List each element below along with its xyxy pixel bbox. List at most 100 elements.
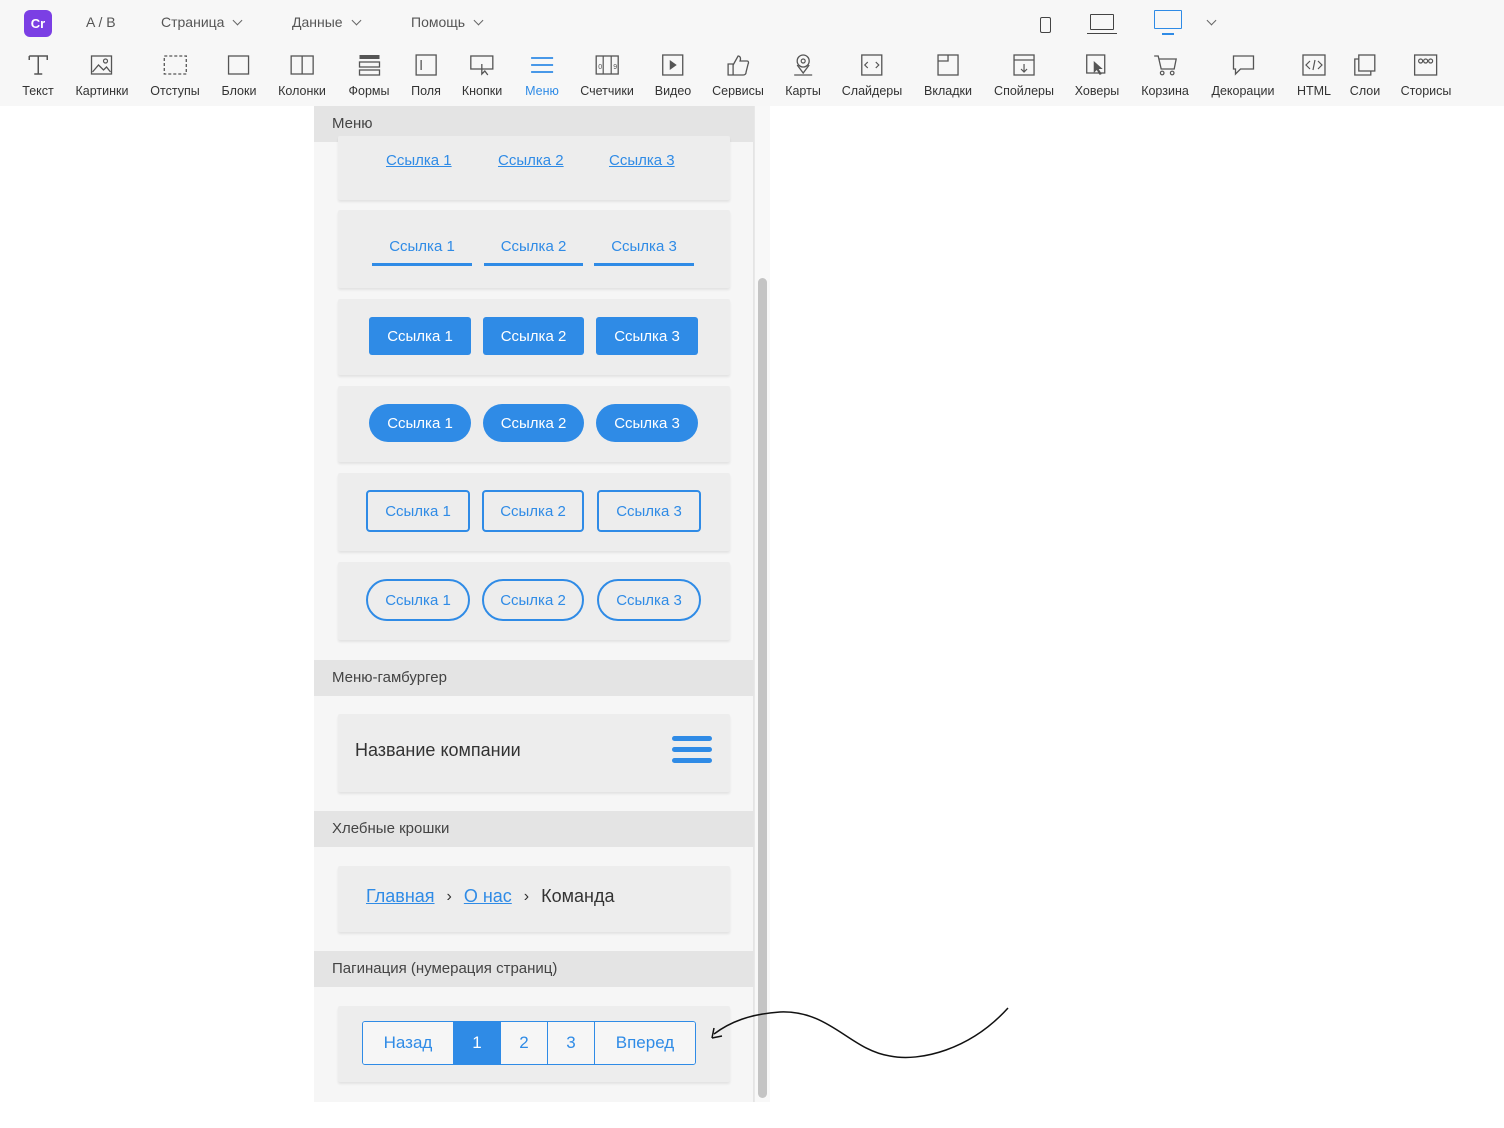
tool-sliders[interactable]: Слайдеры [842,52,902,98]
tool-stories[interactable]: Сторисы [1401,52,1451,98]
menu-button[interactable]: Ссылка 2 [482,579,584,621]
pagination-page-2[interactable]: 2 [501,1022,548,1064]
breadcrumb-separator: › [523,887,530,905]
pagination-widget[interactable]: Назад 1 2 3 Вперед [338,1006,730,1082]
pagination-next-button[interactable]: Вперед [595,1022,695,1064]
forms-icon [358,55,380,76]
breadcrumb-link-home[interactable]: Главная [366,886,435,907]
hover-icon [1086,54,1106,75]
pagination-page-3[interactable]: 3 [548,1022,595,1064]
data-menu[interactable]: Данные [292,14,362,30]
tool-forms[interactable]: Формы [349,52,390,98]
block-icon [228,55,250,75]
menu-icon [530,57,553,73]
padding-icon [163,55,187,75]
menu-button[interactable]: Ссылка 1 [366,579,470,621]
menu-button[interactable]: Ссылка 1 [369,404,471,442]
app-logo[interactable]: Cr [24,10,52,37]
annotation-arrow-icon [711,1007,1009,1059]
tool-images[interactable]: Картинки [76,52,128,98]
breadcrumb-link-about[interactable]: О нас [464,886,512,907]
tool-html[interactable]: HTML [1297,52,1331,98]
menu-variant-filled-buttons[interactable]: Ссылка 1 Ссылка 2 Ссылка 3 [338,299,730,375]
pagination: Назад 1 2 3 Вперед [362,1021,696,1065]
tool-counters[interactable]: 09 Счетчики [580,52,634,98]
menu-button[interactable]: Ссылка 1 [369,317,471,355]
tool-fields[interactable]: Поля [411,52,441,98]
page-menu[interactable]: Страница [161,14,243,30]
menu-button[interactable]: Ссылка 3 [597,579,701,621]
tool-buttons[interactable]: Кнопки [462,52,502,98]
services-icon [727,55,750,76]
breadcrumb: Главная › О нас › Команда [366,886,614,907]
menu-link[interactable]: Ссылка 1 [386,152,452,169]
tool-tabs[interactable]: Вкладки [924,52,972,98]
cart-icon [1154,55,1177,76]
menu-variant-outline-pills[interactable]: Ссылка 1 Ссылка 2 Ссылка 3 [338,562,730,640]
phone-icon[interactable] [1040,17,1051,33]
tool-spoilers[interactable]: Спойлеры [994,52,1054,98]
menu-button[interactable]: Ссылка 3 [596,404,698,442]
top-bar: Cr A / B Страница Данные Помощь [0,0,1504,46]
tool-menu[interactable]: Меню [525,52,559,98]
menu-button[interactable]: Ссылка 3 [597,490,701,532]
menu-button[interactable]: Ссылка 2 [483,404,584,442]
breadcrumbs-widget[interactable]: Главная › О нас › Команда [338,866,730,932]
menu-button[interactable]: Ссылка 2 [482,490,584,532]
help-menu[interactable]: Помощь [411,14,484,30]
widget-panel: Меню Ссылка 1 Ссылка 2 Ссылка 3 Ссылка 1… [314,106,754,1102]
html-icon [1302,54,1326,76]
tool-padding[interactable]: Отступы [150,52,200,98]
tool-cart[interactable]: Корзина [1141,52,1189,98]
tool-video[interactable]: Видео [655,52,691,98]
menu-variant-underlined-links[interactable]: Ссылка 1 Ссылка 2 Ссылка 3 [338,136,730,200]
tool-maps[interactable]: Карты [785,52,821,98]
menu-link[interactable]: Ссылка 3 [609,152,675,169]
section-header-breadcrumbs: Хлебные крошки [314,811,753,847]
tool-blocks[interactable]: Блоки [222,52,256,98]
menu-variant-bar-links[interactable]: Ссылка 1 Ссылка 2 Ссылка 3 [338,210,730,288]
tool-decorations[interactable]: Декорации [1211,52,1275,98]
image-icon [91,55,113,75]
chevron-down-icon [351,15,362,25]
hamburger-menu-widget[interactable]: Название компании [338,714,730,792]
tool-layers[interactable]: Слои [1350,52,1380,98]
hamburger-icon[interactable] [672,736,712,766]
menu-button[interactable]: Ссылка 1 [366,490,470,532]
tool-services[interactable]: Сервисы [712,52,764,98]
layers-icon [1354,54,1376,76]
company-name: Название компании [355,740,521,760]
video-icon [662,54,684,76]
text-icon [28,55,48,75]
pagination-page-1[interactable]: 1 [454,1022,501,1064]
decoration-icon [1232,55,1254,76]
menu-variant-outline-buttons[interactable]: Ссылка 1 Ссылка 2 Ссылка 3 [338,473,730,551]
desktop-icon[interactable] [1154,10,1182,35]
stories-icon [1414,54,1438,76]
menu-link[interactable]: Ссылка 2 [498,152,564,169]
panel-scrollbar-thumb[interactable] [758,278,767,1098]
map-icon [794,54,812,76]
spoiler-icon [1013,54,1035,76]
tool-text[interactable]: Текст [22,52,54,98]
chevron-down-icon[interactable] [1206,15,1217,26]
menu-link[interactable]: Ссылка 3 [594,238,694,266]
menu-link[interactable]: Ссылка 1 [372,238,472,266]
menu-variant-filled-pills[interactable]: Ссылка 1 Ссылка 2 Ссылка 3 [338,386,730,462]
tool-hovers[interactable]: Ховеры [1075,52,1119,98]
svg-text:9: 9 [613,64,617,71]
menu-link[interactable]: Ссылка 2 [484,238,583,266]
ab-test-menu[interactable]: A / B [86,14,116,30]
widget-toolbar: Текст Картинки Отступы Блоки Колонки Фор… [0,46,1504,106]
buttons-icon [470,55,494,76]
chevron-down-icon [233,15,243,25]
pagination-prev-button[interactable]: Назад [363,1022,454,1064]
section-header-pagination: Пагинация (нумерация страниц) [314,951,753,987]
laptop-icon[interactable] [1087,14,1117,35]
menu-button[interactable]: Ссылка 2 [483,317,584,355]
tool-columns[interactable]: Колонки [278,52,326,98]
fields-icon [415,54,437,76]
menu-button[interactable]: Ссылка 3 [596,317,698,355]
counter-icon: 09 [595,55,619,75]
breadcrumb-separator: › [446,887,452,905]
